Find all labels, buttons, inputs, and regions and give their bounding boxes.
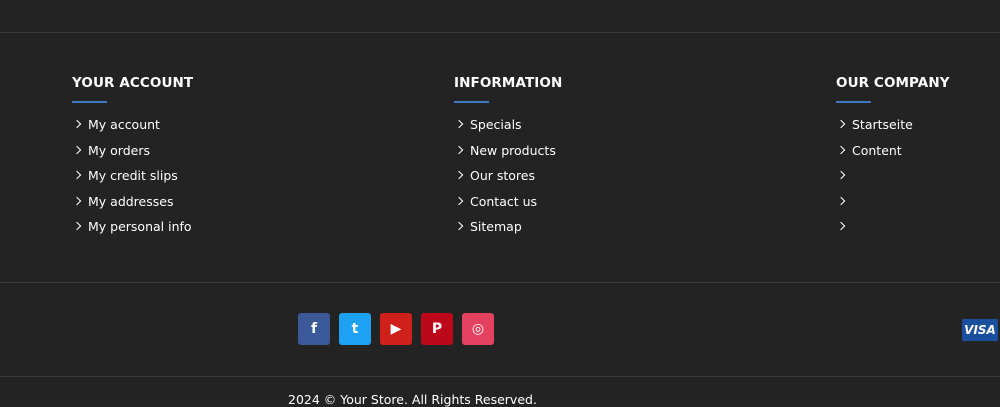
instagram-icon[interactable]: ◎ <box>462 313 494 345</box>
link-label: Contact us <box>470 193 538 209</box>
chevron-right-icon <box>72 170 82 180</box>
footer-link[interactable]: Specials <box>454 117 562 143</box>
footer-link[interactable]: Startseite <box>836 117 950 143</box>
link-label: Specials <box>470 117 522 132</box>
chevron-right-icon <box>72 119 82 129</box>
chevron-right-icon <box>72 145 82 154</box>
footer-link[interactable]: My credit slips <box>72 168 193 194</box>
footer-column-company: OUR COMPANY Startseite Content <box>836 75 950 245</box>
social-links: f t ▶ P ◎ <box>298 313 494 345</box>
footer-link[interactable] <box>836 219 950 245</box>
footer-link[interactable]: My personal info <box>72 219 193 245</box>
link-label: New products <box>470 142 556 158</box>
column-title: YOUR ACCOUNT <box>72 75 194 91</box>
chevron-right-icon <box>836 145 846 154</box>
facebook-icon[interactable]: f <box>298 313 330 345</box>
column-title: INFORMATION <box>454 75 563 91</box>
link-label: My credit slips <box>88 168 178 183</box>
footer-link[interactable]: New products <box>454 143 562 169</box>
chevron-right-icon <box>72 221 82 231</box>
title-underline <box>72 101 107 103</box>
footer-column-account: YOUR ACCOUNT My account My orders My cre… <box>72 75 193 245</box>
twitter-icon[interactable]: t <box>339 313 371 345</box>
link-label: My account <box>88 117 160 132</box>
footer-link[interactable]: Sitemap <box>454 219 562 245</box>
youtube-icon[interactable]: ▶ <box>380 313 412 345</box>
footer-link[interactable]: My orders <box>72 143 193 169</box>
chevron-right-icon <box>836 196 846 205</box>
link-label: Our stores <box>470 168 536 183</box>
middle-divider <box>0 282 1000 283</box>
top-divider <box>0 32 1000 33</box>
footer-column-information: INFORMATION Specials New products Our st… <box>454 75 562 245</box>
chevron-right-icon <box>454 196 464 205</box>
pinterest-icon[interactable]: P <box>421 313 453 345</box>
link-label: My addresses <box>88 193 174 209</box>
chevron-right-icon <box>836 119 846 129</box>
link-label: My orders <box>88 142 150 158</box>
footer-link[interactable]: My addresses <box>72 194 193 220</box>
title-underline <box>836 101 871 103</box>
chevron-right-icon <box>72 196 82 205</box>
link-label: My personal info <box>88 219 192 234</box>
footer-link[interactable]: Contact us <box>454 194 562 220</box>
link-label: Content <box>852 142 902 158</box>
title-underline <box>454 101 489 103</box>
link-label: Sitemap <box>470 219 522 234</box>
column-title: OUR COMPANY <box>836 75 950 91</box>
chevron-right-icon <box>454 145 464 154</box>
chevron-right-icon <box>454 221 464 231</box>
link-label: Startseite <box>852 117 913 132</box>
footer-link[interactable]: Content <box>836 143 950 169</box>
footer-link[interactable] <box>836 168 950 194</box>
chevron-right-icon <box>836 170 846 180</box>
chevron-right-icon <box>454 119 464 129</box>
bottom-divider <box>0 376 1000 377</box>
copyright-text: 2024 © Your Store. All Rights Reserved. <box>288 392 537 407</box>
chevron-right-icon <box>454 170 464 180</box>
footer-link[interactable]: My account <box>72 117 193 143</box>
footer-link[interactable] <box>836 194 950 220</box>
visa-payment-icon: VISA <box>962 319 998 341</box>
chevron-right-icon <box>836 221 846 231</box>
footer-link[interactable]: Our stores <box>454 168 562 194</box>
